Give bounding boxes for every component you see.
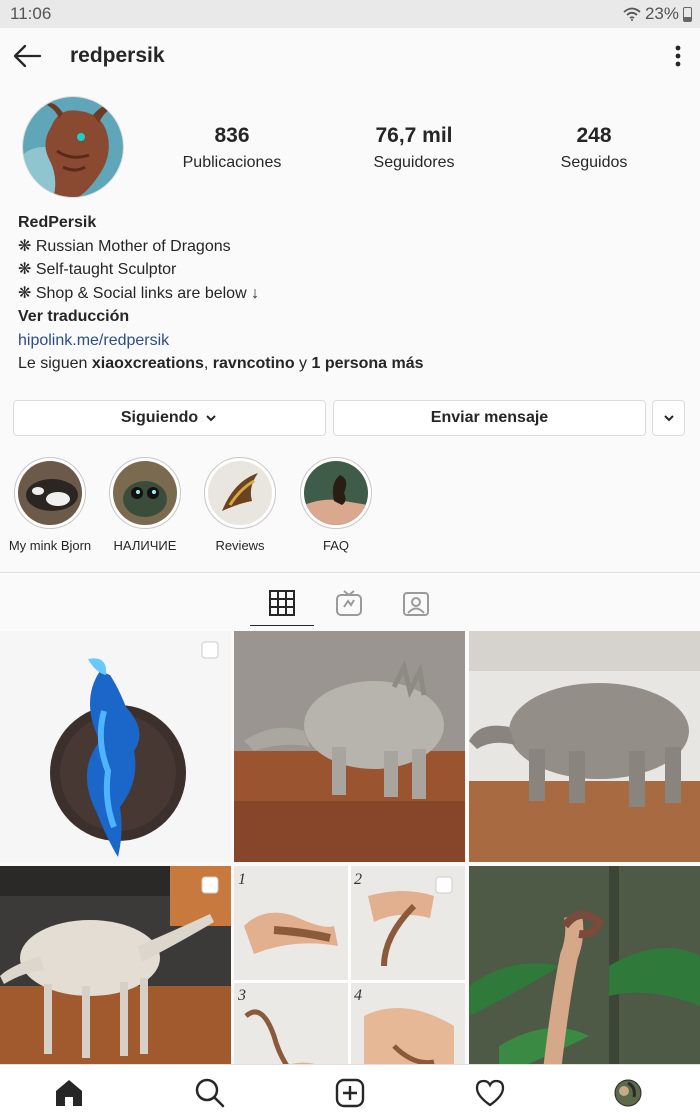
highlight-label: Reviews: [215, 538, 265, 553]
message-button[interactable]: Enviar mensaje: [333, 400, 646, 436]
following-label: Siguiendo: [120, 409, 199, 426]
svg-text:4: 4: [354, 987, 362, 1004]
highlight-thumbnail: [18, 461, 82, 525]
follower-link[interactable]: ravncotino: [213, 355, 295, 372]
grid-icon: [269, 589, 295, 616]
highlight-thumbnail: [113, 461, 177, 525]
igtv-icon: [336, 590, 362, 616]
translate-link[interactable]: Ver traducción: [18, 305, 688, 329]
profile-avatar-icon[interactable]: [614, 1079, 642, 1107]
highlight-item[interactable]: Reviews: [195, 457, 285, 553]
more-followers-link[interactable]: 1 persona más: [311, 355, 423, 372]
following-button[interactable]: Siguiendo: [13, 400, 326, 436]
chevron-down-icon: [206, 415, 216, 422]
svg-text:1: 1: [238, 871, 246, 888]
posts-label: Publicaciones: [182, 154, 282, 171]
home-icon[interactable]: [53, 1077, 85, 1109]
highlight-label: FAQ: [322, 538, 349, 553]
bio-line: ❋ Self-taught Sculptor: [18, 261, 177, 278]
post-thumbnail[interactable]: [0, 631, 231, 862]
stat-following[interactable]: 248 Seguidos: [524, 124, 664, 172]
battery-icon: [683, 6, 692, 22]
suggested-dropdown-button[interactable]: [652, 400, 685, 436]
followers-count: 76,7 mil: [375, 124, 453, 147]
highlight-item[interactable]: НАЛИЧИЕ: [100, 457, 190, 553]
tab-tagged[interactable]: [384, 580, 448, 626]
profile-avatar[interactable]: [22, 96, 124, 198]
more-options-icon[interactable]: [668, 42, 688, 70]
back-arrow-icon[interactable]: [12, 42, 42, 70]
chevron-down-icon: [663, 415, 674, 422]
post-thumbnail[interactable]: [234, 631, 465, 862]
svg-text:3: 3: [237, 987, 246, 1004]
activity-heart-icon[interactable]: [474, 1077, 506, 1109]
following-label: Seguidos: [560, 154, 628, 171]
status-bar: 11:06 23%: [0, 0, 700, 28]
status-time: 11:06: [10, 4, 52, 23]
profile-header: redpersik: [0, 28, 700, 84]
new-post-icon[interactable]: [334, 1077, 366, 1109]
header-username: redpersik: [70, 44, 165, 67]
highlight-item[interactable]: FAQ: [291, 457, 381, 553]
bio-line: ❋ Russian Mother of Dragons: [18, 237, 231, 255]
tab-grid[interactable]: [250, 580, 314, 626]
svg-text:2: 2: [354, 871, 362, 888]
post-thumbnail[interactable]: [0, 866, 231, 1097]
message-label: Enviar mensaje: [430, 409, 549, 426]
post-thumbnail[interactable]: [469, 631, 700, 862]
highlight-label: My mink Bjorn: [8, 538, 92, 553]
search-icon[interactable]: [194, 1077, 226, 1109]
stat-followers[interactable]: 76,7 mil Seguidores: [344, 124, 484, 172]
tab-igtv[interactable]: [317, 580, 381, 626]
multiple-photos-icon: [435, 876, 453, 894]
multiple-photos-icon: [201, 876, 219, 894]
wifi-icon: [623, 7, 641, 21]
multiple-photos-icon: [201, 641, 219, 659]
tagged-icon: [403, 592, 429, 616]
highlight-item[interactable]: My mink Bjorn: [5, 457, 95, 553]
highlight-thumbnail: [304, 461, 368, 525]
profile-name: RedPersik: [18, 214, 97, 231]
followers-label: Seguidores: [373, 154, 455, 171]
battery-percent: 23%: [644, 4, 679, 23]
profile-bio: RedPersik ❋ Russian Mother of Dragons ❋ …: [18, 211, 688, 376]
bottom-navigation: [0, 1064, 700, 1120]
post-thumbnail[interactable]: 1 2 3 4: [234, 866, 465, 1097]
following-count: 248: [576, 124, 612, 147]
followed-by: Le siguen xiaoxcreations, ravncotino y 1…: [18, 355, 424, 372]
bio-line: ❋ Shop & Social links are below ↓: [18, 284, 260, 302]
tabs-divider: [0, 572, 700, 573]
follower-link[interactable]: xiaoxcreations: [92, 355, 204, 372]
posts-count: 836: [214, 124, 250, 147]
highlight-label: НАЛИЧИЕ: [113, 538, 177, 553]
website-link[interactable]: hipolink.me/redpersik: [18, 329, 688, 353]
post-thumbnail[interactable]: [469, 866, 700, 1097]
highlight-thumbnail: [208, 461, 272, 525]
stat-posts: 836 Publicaciones: [162, 124, 302, 172]
